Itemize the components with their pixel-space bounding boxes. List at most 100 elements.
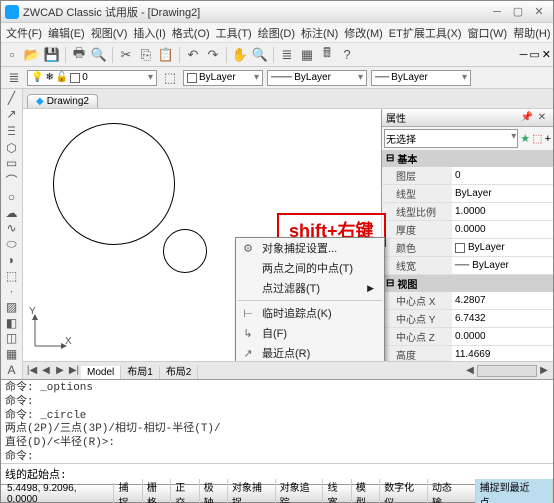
calc-icon[interactable]: 🖩: [318, 46, 336, 64]
property-row[interactable]: 中心点 Z0.0000: [382, 328, 553, 346]
command-log[interactable]: 命令: _options命令:命令: _circle两点(2P)/三点(3P)/…: [1, 380, 553, 463]
doc-tab[interactable]: ◆Drawing2: [27, 94, 98, 108]
snap-menu-item[interactable]: ⊢临时追踪点(K): [236, 303, 384, 323]
layer-dropdown[interactable]: 💡❄🔓0▾: [27, 70, 157, 86]
layout-tab[interactable]: 布局1: [121, 366, 160, 379]
tabnav-next[interactable]: ▶: [53, 365, 67, 376]
xline-icon[interactable]: ↗: [3, 107, 21, 122]
menu-item[interactable]: 绘图(D): [255, 25, 298, 41]
hatch-icon[interactable]: ▨: [3, 300, 21, 315]
new-icon[interactable]: ▫: [3, 46, 21, 64]
property-row[interactable]: 颜色ByLayer: [382, 239, 553, 257]
menu-item[interactable]: 修改(M): [341, 25, 386, 41]
snap-menu-item[interactable]: ⚙对象捕捉设置...: [236, 238, 384, 258]
property-row[interactable]: 线宽──ByLayer: [382, 257, 553, 275]
status-toggle[interactable]: 动态输…: [428, 479, 476, 503]
property-group[interactable]: ⊟基本: [382, 150, 553, 167]
property-row[interactable]: 高度11.4669: [382, 346, 553, 361]
ellipse-icon[interactable]: ⬭: [3, 237, 21, 252]
doc-minimize-button[interactable]: ─: [520, 49, 528, 61]
status-toggle[interactable]: 对象追踪: [276, 479, 324, 503]
status-toggle[interactable]: 正交: [171, 479, 199, 503]
copy-icon[interactable]: ⎘: [137, 46, 155, 64]
snap-menu-item[interactable]: ↳自(F): [236, 323, 384, 343]
print-icon[interactable]: 🖶: [70, 46, 88, 64]
select-icon[interactable]: ⬚: [532, 132, 542, 145]
panel-pin-icon[interactable]: 📌: [520, 111, 534, 125]
snap-menu-item[interactable]: 点过滤器(T)▶: [236, 278, 384, 298]
menu-item[interactable]: 插入(I): [130, 25, 168, 41]
property-row[interactable]: 中心点 X4.2807: [382, 292, 553, 310]
region-icon[interactable]: ◫: [3, 331, 21, 346]
text-icon[interactable]: A: [3, 362, 21, 377]
tabnav-prev[interactable]: ◀: [39, 365, 53, 376]
menu-item[interactable]: 文件(F): [3, 25, 45, 41]
block-icon[interactable]: ⬚: [3, 268, 21, 283]
paste-icon[interactable]: 📋: [157, 46, 175, 64]
menu-item[interactable]: 帮助(H): [510, 25, 553, 41]
doc-restore-button[interactable]: ▭: [529, 48, 539, 61]
open-icon[interactable]: 📂: [23, 46, 41, 64]
selection-dropdown[interactable]: 无选择 ▾: [384, 129, 518, 148]
preview-icon[interactable]: 🔍: [90, 46, 108, 64]
zoom-icon[interactable]: 🔍: [251, 46, 269, 64]
property-row[interactable]: 线型ByLayer: [382, 185, 553, 203]
help-icon[interactable]: ?: [338, 46, 356, 64]
status-toggle[interactable]: 捕捉: [114, 479, 142, 503]
color-dropdown[interactable]: ByLayer▾: [183, 70, 263, 86]
property-row[interactable]: 线型比例1.0000: [382, 203, 553, 221]
snap-menu-item[interactable]: ↗最近点(R): [236, 343, 384, 361]
properties-grid[interactable]: ⊟基本图层0线型ByLayer线型比例1.0000厚度0.0000颜色ByLay…: [382, 150, 553, 361]
pickadd-icon[interactable]: +: [545, 133, 551, 145]
menu-item[interactable]: 标注(N): [298, 25, 341, 41]
property-row[interactable]: 中心点 Y6.7432: [382, 310, 553, 328]
hscroll-left[interactable]: ◀: [463, 365, 477, 376]
layers-icon[interactable]: ≣: [5, 69, 23, 87]
maximize-button[interactable]: ▢: [508, 5, 528, 19]
tabnav-last[interactable]: ▶|: [67, 365, 81, 376]
circle-icon[interactable]: ○: [3, 190, 21, 205]
menu-item[interactable]: 编辑(E): [45, 25, 88, 41]
layer-state-icon[interactable]: ⬚: [161, 69, 179, 87]
gradient-icon[interactable]: ◧: [3, 315, 21, 330]
status-toggle[interactable]: 极轴: [200, 479, 228, 503]
tabnav-first[interactable]: |◀: [25, 365, 39, 376]
rectangle-icon[interactable]: ▭: [3, 156, 21, 171]
ellipse-arc-icon[interactable]: ◗: [3, 253, 21, 268]
arc-icon[interactable]: ⌒: [3, 172, 21, 189]
property-row[interactable]: 厚度0.0000: [382, 221, 553, 239]
redo-icon[interactable]: ↷: [204, 46, 222, 64]
status-toggle[interactable]: 线宽: [323, 479, 351, 503]
table-icon[interactable]: ▦: [3, 347, 21, 362]
coordinates[interactable]: 5.4498, 9.2096, 0.0000: [1, 483, 114, 503]
menu-item[interactable]: 视图(V): [88, 25, 131, 41]
property-group[interactable]: ⊟视图: [382, 275, 553, 292]
property-row[interactable]: 图层0: [382, 167, 553, 185]
undo-icon[interactable]: ↶: [184, 46, 202, 64]
doc-close-button[interactable]: ✕: [542, 48, 551, 61]
spline-icon[interactable]: ∿: [3, 221, 21, 236]
hscroll-right[interactable]: ▶: [537, 365, 551, 376]
revcloud-icon[interactable]: ☁: [3, 205, 21, 220]
minimize-button[interactable]: ─: [487, 5, 507, 19]
line-icon[interactable]: ╱: [3, 91, 21, 106]
polyline-icon[interactable]: Ⲷ: [3, 122, 21, 139]
status-toggle[interactable]: 对象捕捉: [228, 479, 276, 503]
layout-tab[interactable]: 布局2: [160, 366, 199, 379]
menu-item[interactable]: 窗口(W): [465, 25, 511, 41]
props-icon[interactable]: ≣: [278, 46, 296, 64]
point-icon[interactable]: ∙: [3, 284, 21, 299]
snap-menu-item[interactable]: 两点之间的中点(T): [236, 258, 384, 278]
pan-icon[interactable]: ✋: [231, 46, 249, 64]
polygon-icon[interactable]: ⬡: [3, 140, 21, 155]
palette-icon[interactable]: ▦: [298, 46, 316, 64]
layout-tab[interactable]: Model: [81, 366, 121, 379]
quickselect-icon[interactable]: ★: [520, 132, 530, 145]
menu-item[interactable]: 格式(O): [169, 25, 213, 41]
cut-icon[interactable]: ✂: [117, 46, 135, 64]
status-toggle[interactable]: 数字化仪: [380, 479, 428, 503]
lineweight-dropdown[interactable]: ──ByLayer▾: [371, 70, 471, 86]
close-button[interactable]: ✕: [529, 5, 549, 19]
save-icon[interactable]: 💾: [43, 46, 61, 64]
status-toggle[interactable]: 栅格: [143, 479, 171, 503]
